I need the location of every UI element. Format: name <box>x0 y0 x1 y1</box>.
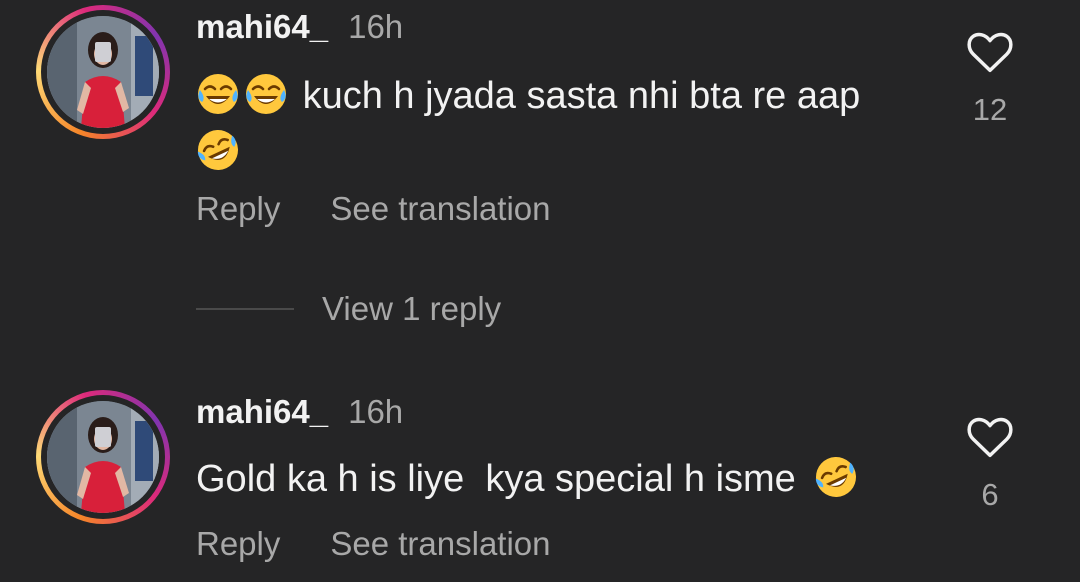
like-count: 12 <box>972 92 1008 127</box>
timestamp: 16h <box>348 8 404 45</box>
rofl-emoji-icon <box>814 455 858 499</box>
reply-button[interactable]: Reply <box>196 525 280 563</box>
avatar[interactable] <box>36 390 170 524</box>
comment-actions: Reply See translation <box>196 190 551 228</box>
see-translation-button[interactable]: See translation <box>330 190 550 228</box>
timestamp: 16h <box>348 393 404 430</box>
avatar[interactable] <box>36 5 170 139</box>
username[interactable]: mahi64_ <box>196 8 328 46</box>
comment-body: Gold ka h is liye kya special h isme <box>196 458 796 500</box>
comment-body: kuch h jyada sasta nhi bta re aap <box>302 75 861 117</box>
see-translation-button[interactable]: See translation <box>330 525 550 563</box>
comment: mahi64_ 16h Gold ka h is liye kya specia… <box>0 385 1080 582</box>
avatar-photo <box>47 16 159 128</box>
username[interactable]: mahi64_ <box>196 393 328 431</box>
like-group: 6 <box>960 411 1020 513</box>
comment-text: kuch h jyada sasta nhi bta re aap <box>196 68 926 180</box>
comment: mahi64_ 16h kuch h jyada sasta nhi bta r… <box>0 0 1080 250</box>
avatar-photo <box>47 401 159 513</box>
comment-actions: Reply See translation <box>196 525 551 563</box>
view-replies[interactable]: View 1 reply <box>196 290 501 328</box>
rofl-emoji-icon <box>196 128 240 172</box>
joy-emoji-icon <box>244 72 288 116</box>
comment-text: Gold ka h is liye kya special h isme <box>196 451 926 507</box>
divider-line <box>196 308 294 310</box>
like-group: 12 <box>960 26 1020 128</box>
reply-button[interactable]: Reply <box>196 190 280 228</box>
joy-emoji-icon <box>196 72 240 116</box>
heart-icon[interactable] <box>964 26 1016 78</box>
comment-header: mahi64_ 16h <box>196 393 403 431</box>
comment-header: mahi64_ 16h <box>196 8 403 46</box>
heart-icon[interactable] <box>964 411 1016 463</box>
like-count: 6 <box>981 477 999 512</box>
view-replies-label[interactable]: View 1 reply <box>322 290 501 328</box>
